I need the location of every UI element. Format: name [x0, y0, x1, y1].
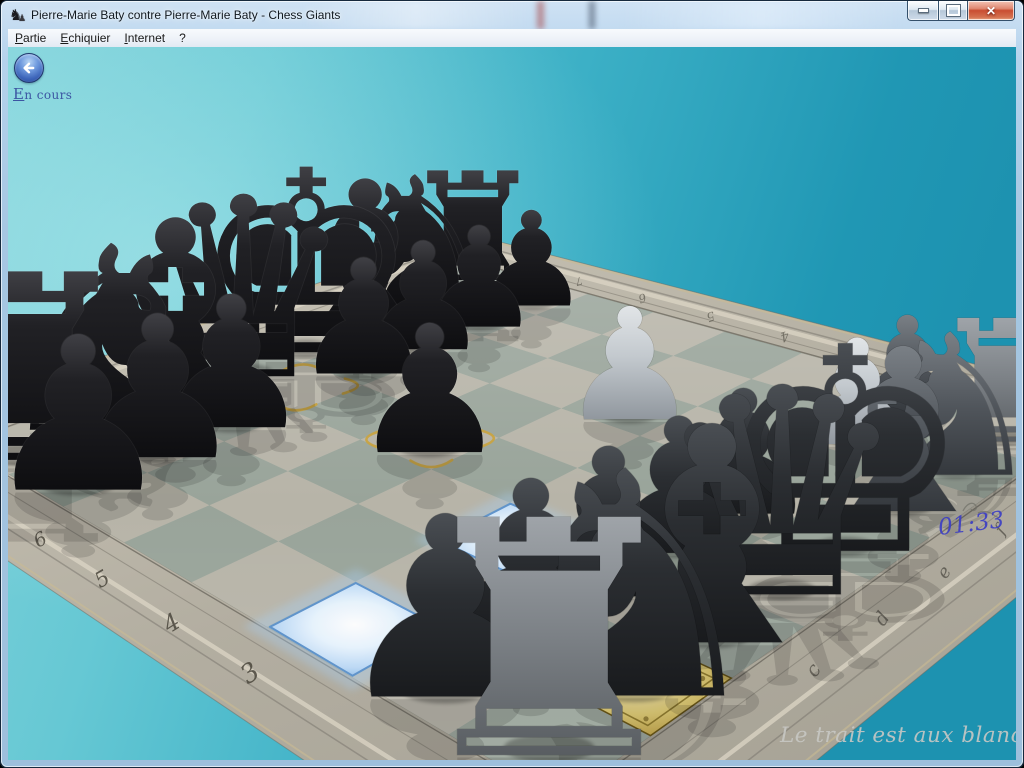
piece-white-rook-a1[interactable]: ♜: [403, 452, 695, 760]
minimize-button[interactable]: [907, 1, 938, 21]
close-icon: ✕: [986, 5, 996, 17]
title-bar[interactable]: ♞♟ Pierre-Marie Baty contre Pierre-Marie…: [1, 1, 1023, 29]
maximize-icon: [947, 5, 960, 16]
menu-item-internet[interactable]: Internet: [117, 30, 172, 46]
app-icon: ♞♟: [9, 7, 26, 24]
menu-bar: PartieEchiquierInternet?: [8, 29, 1016, 48]
glass-reflection: [589, 1, 595, 29]
back-button[interactable]: [14, 53, 44, 83]
piece-black-pawn-a7[interactable]: ♟: [8, 293, 174, 541]
game-client-area: 6543765432cdefab1. f4 d5♜♟♞♟♝♟♚♟♛♝♟♟♟♞♜♟…: [8, 47, 1016, 760]
app-window: ♞♟ Pierre-Marie Baty contre Pierre-Marie…: [0, 0, 1024, 768]
window-title: Pierre-Marie Baty contre Pierre-Marie Ba…: [31, 8, 340, 22]
chess-board-3d[interactable]: 6543765432cdefab1. f4 d5♜♟♞♟♝♟♚♟♛♝♟♟♟♞♜♟…: [8, 47, 1016, 760]
turn-status-message: Le trait est aux blancs.: [779, 723, 1016, 748]
back-arrow-icon: [21, 60, 37, 76]
close-button[interactable]: ✕: [967, 1, 1015, 21]
menu-item-partie[interactable]: Partie: [8, 30, 53, 46]
maximize-button[interactable]: [938, 1, 967, 21]
glass-reflection: [621, 1, 901, 29]
window-controls: ✕: [907, 1, 1015, 20]
minimize-icon: [918, 8, 929, 13]
game-status-label: En cours: [13, 85, 72, 103]
menu-item-?[interactable]: ?: [172, 30, 193, 46]
glass-reflection: [537, 1, 544, 29]
menu-item-echiquier[interactable]: Echiquier: [53, 30, 117, 46]
